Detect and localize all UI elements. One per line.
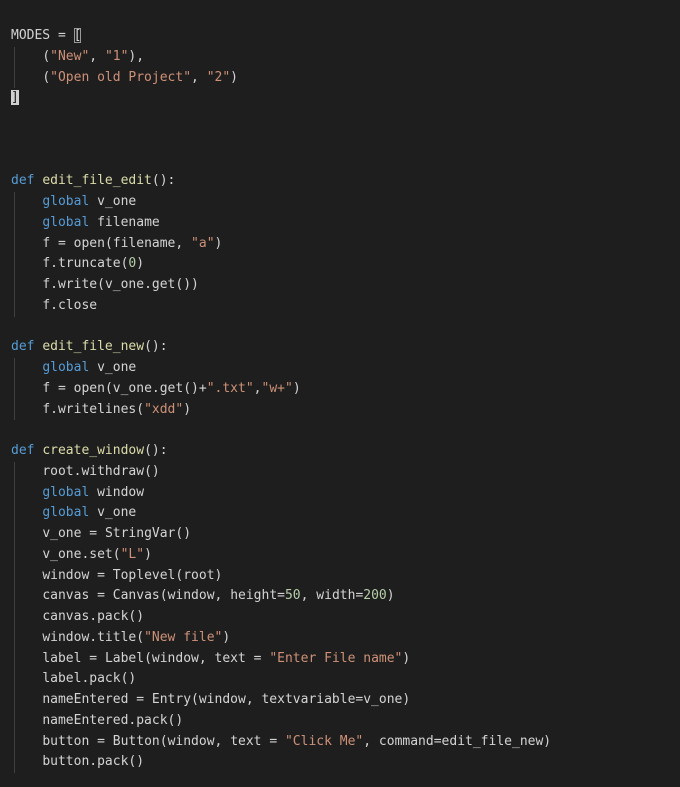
code-text: f = open(filename, "a") — [42, 235, 223, 251]
code-line[interactable]: canvas = Canvas(window, height=50, width… — [0, 586, 680, 607]
indent-guide — [14, 378, 15, 400]
code-text: label.pack() — [42, 671, 137, 687]
indent-guide — [14, 710, 15, 732]
indent-guide — [14, 524, 15, 545]
code-line[interactable]: f.write(v_one.get()) — [0, 275, 680, 296]
code-line[interactable]: window.title("New file") — [0, 627, 680, 649]
code-line[interactable]: global filename — [0, 212, 680, 234]
indent-guide — [14, 565, 15, 587]
indent-guide — [14, 233, 15, 255]
code-line[interactable]: def edit_file_new(): — [0, 337, 680, 358]
code-line[interactable] — [0, 130, 680, 151]
indent-guide — [14, 752, 15, 773]
code-text: window.title("New file") — [42, 629, 231, 645]
indent-guide — [14, 648, 15, 670]
code-line[interactable]: global v_one — [0, 503, 680, 524]
code-line[interactable]: label = Label(window, text = "Enter File… — [0, 648, 680, 670]
code-line[interactable] — [0, 420, 680, 441]
code-area[interactable]: MODES = [ ("New", "1"), ("Open old Proje… — [0, 26, 680, 773]
code-text: ("New", "1"), — [42, 48, 145, 64]
code-line[interactable]: nameEntered = Entry(window, textvariable… — [0, 690, 680, 711]
code-line[interactable]: nameEntered.pack() — [0, 710, 680, 732]
code-text: canvas.pack() — [42, 609, 145, 624]
code-text: def edit_file_new(): — [11, 339, 168, 355]
code-line[interactable]: ("New", "1"), — [0, 46, 680, 68]
indent-guide — [14, 482, 15, 504]
code-line[interactable]: root.withdraw() — [0, 461, 680, 483]
indent-guide — [14, 627, 15, 649]
code-text: global window — [42, 484, 145, 500]
code-text: global v_one — [42, 194, 137, 209]
indent-guide — [14, 67, 15, 89]
code-line[interactable]: v_one.set("L") — [0, 544, 680, 566]
code-line[interactable]: v_one = StringVar() — [0, 524, 680, 545]
code-line[interactable]: ] — [0, 88, 680, 109]
code-text: nameEntered = Entry(window, textvariable… — [42, 692, 411, 707]
code-line[interactable]: f = open(v_one.get()+".txt","w+") — [0, 378, 680, 400]
code-editor[interactable]: MODES = [ ("New", "1"), ("Open old Proje… — [0, 0, 680, 787]
code-line[interactable]: canvas.pack() — [0, 607, 680, 628]
indent-guide — [14, 461, 15, 483]
code-text: label = Label(window, text = "Enter File… — [42, 650, 411, 666]
code-text: global filename — [42, 214, 160, 230]
code-text: ("Open old Project", "2") — [42, 69, 238, 85]
indent-guide — [14, 192, 15, 213]
code-text: def create_window(): — [11, 443, 168, 458]
indent-guide — [14, 295, 15, 317]
code-text: def edit_file_edit(): — [11, 173, 176, 189]
indent-guide — [14, 254, 15, 275]
code-line[interactable]: f.truncate(0) — [0, 254, 680, 275]
code-line[interactable]: ("Open old Project", "2") — [0, 67, 680, 89]
indent-guide — [14, 544, 15, 566]
code-line[interactable]: button = Button(window, text = "Click Me… — [0, 731, 680, 753]
code-text: f.writelines("xdd") — [42, 401, 192, 417]
indent-guide — [14, 586, 15, 607]
code-text: nameEntered.pack() — [42, 712, 184, 728]
code-text: f.truncate(0) — [42, 256, 145, 272]
code-text: v_one.set("L") — [42, 546, 152, 562]
code-text: global v_one — [42, 505, 137, 521]
code-text: canvas = Canvas(window, height=50, width… — [42, 588, 395, 604]
indent-guide — [14, 607, 15, 628]
code-line[interactable]: MODES = [ — [0, 26, 680, 47]
code-line[interactable]: def create_window(): — [0, 441, 680, 462]
indent-guide — [14, 212, 15, 234]
code-text: root.withdraw() — [42, 463, 160, 479]
code-line[interactable]: f.writelines("xdd") — [0, 399, 680, 421]
indent-guide — [14, 503, 15, 524]
code-line[interactable] — [0, 151, 680, 172]
code-text: f = open(v_one.get()+".txt","w+") — [42, 380, 301, 396]
code-text: global v_one — [42, 360, 137, 375]
indent-guide — [14, 690, 15, 711]
code-text: window = Toplevel(root) — [42, 567, 223, 583]
code-text: f.close — [42, 297, 98, 313]
code-line[interactable]: global v_one — [0, 192, 680, 213]
code-line[interactable]: global window — [0, 482, 680, 504]
code-line[interactable]: window = Toplevel(root) — [0, 565, 680, 587]
indent-guide — [14, 669, 15, 690]
code-text: ] — [11, 90, 19, 106]
indent-guide — [14, 399, 15, 421]
code-text: button.pack() — [42, 754, 145, 770]
indent-guide — [14, 358, 15, 379]
code-text: v_one = StringVar() — [42, 526, 192, 541]
code-line[interactable] — [0, 109, 680, 130]
code-line[interactable]: def edit_file_edit(): — [0, 171, 680, 192]
code-text: MODES = [ — [11, 28, 82, 43]
code-line[interactable]: f.close — [0, 295, 680, 317]
code-line[interactable]: global v_one — [0, 358, 680, 379]
code-line[interactable] — [0, 317, 680, 338]
code-line[interactable]: label.pack() — [0, 669, 680, 690]
code-text: button = Button(window, text = "Click Me… — [42, 733, 552, 749]
code-line[interactable]: f = open(filename, "a") — [0, 233, 680, 255]
indent-guide — [14, 46, 15, 68]
code-text: f.write(v_one.get()) — [42, 277, 199, 292]
code-line[interactable]: button.pack() — [0, 752, 680, 773]
indent-guide — [14, 275, 15, 296]
indent-guide — [14, 731, 15, 753]
